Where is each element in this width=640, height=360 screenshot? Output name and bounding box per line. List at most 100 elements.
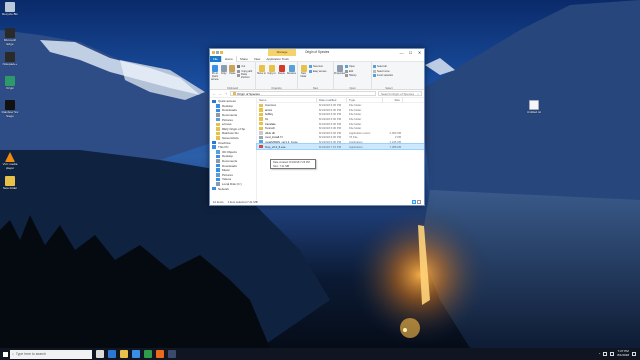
delete-button[interactable]: Delete [277,63,286,90]
exe-icon [259,140,263,144]
nav-item[interactable]: Network [210,186,256,191]
large-icons-view-button[interactable] [417,200,421,204]
new-folder-button[interactable]: New folder [299,63,308,90]
easy-access-button[interactable]: Easy access [309,69,326,74]
store-icon[interactable] [132,350,140,358]
back-button[interactable]: ← [212,91,216,96]
up-button[interactable]: ↑ [224,91,228,96]
app-icon [5,76,15,86]
folder-icon [259,112,263,117]
new-item-button[interactable]: New item [309,65,326,69]
file-size: 2,093 KB [389,130,401,135]
file-name: Tenroch [265,126,275,131]
rename-button[interactable]: Rename [287,63,296,90]
file-date: 8/1/2018 6:00 PM [319,135,342,140]
column-type[interactable]: Type [347,97,383,103]
taskbar-search[interactable]: ⌕ Type here to search [10,349,92,359]
open-button[interactable]: Open [345,65,356,69]
videos-icon [216,177,220,182]
open-icon [345,65,348,69]
content-area: Quick access Desktop Downloads Documents Pic… [210,97,424,200]
ribbon: Pin to Quick access Copy Paste Cut Copy … [210,62,424,90]
xbox-icon[interactable] [144,350,152,358]
title-bar[interactable]: Manage Origin of Species — ☐ ✕ [210,49,424,56]
paste-icon [229,65,236,72]
new-folder-icon[interactable] [220,51,223,54]
dll-icon [259,131,263,135]
invert-selection-button[interactable]: Invert selection [373,74,393,78]
tab-file[interactable]: File [210,55,221,62]
file-type: Application exten [349,130,371,135]
steam-icon[interactable] [168,350,176,358]
copy-to-button[interactable]: Copy to [267,63,276,90]
desktop-icon-untitled[interactable]: Untitled.txt [525,100,543,115]
edit-button[interactable]: Edit [345,69,356,74]
desktop-icon-origin[interactable]: Origin [1,76,19,91]
paste-shortcut-button[interactable]: Paste shortcut [237,73,254,79]
folder-icon [216,127,220,131]
pin-quick-access-button[interactable]: Pin to Quick access [211,63,219,90]
file-explorer-icon[interactable] [120,350,128,358]
vlc-icon [5,152,15,162]
file-row[interactable]: mod_install.7z 8/1/2018 6:00 PM 7Z File 3 K… [257,135,424,140]
folder-icon [259,121,263,126]
maximize-button[interactable]: ☐ [406,49,415,56]
tab-application-tools[interactable]: Application Tools [263,56,291,62]
tab-share[interactable]: Share [237,56,251,62]
file-type: File folder [349,121,362,126]
history-button[interactable]: History [345,74,356,78]
music-icon [216,168,220,172]
folder-icon [216,136,220,140]
clock[interactable]: 7:27 PM 8/1/2018 [617,350,629,357]
move-to-button[interactable]: Move to [257,63,266,90]
close-button[interactable]: ✕ [415,49,424,56]
file-date: 8/1/2018 6:00 PM [319,130,342,135]
network-icon[interactable] [603,352,608,356]
task-view-icon[interactable] [96,350,104,358]
column-size[interactable]: Size [383,97,403,103]
window-controls: — ☐ ✕ [397,49,424,56]
tab-view[interactable]: View [251,56,263,62]
search-input[interactable]: Search Origin of Species ⌕ [378,91,422,96]
paste-button[interactable]: Paste [229,63,237,90]
file-row[interactable]: d3dx.dll 8/1/2018 6:00 PM Application exte… [257,131,424,136]
file-row[interactable]: Oop_v0.2_5.exe 8/1/2018 7:15 PM Applicatio… [256,143,424,150]
address-bar[interactable]: Origin of Species [230,91,376,96]
tab-home[interactable]: Home [220,55,237,62]
file-name: Common [265,103,277,108]
desktop-icon-vlc[interactable]: VLC media player [1,152,19,170]
desktop-icon-edge[interactable]: Microsoft Edge [1,28,19,46]
details-view-button[interactable] [412,200,416,204]
column-date-modified[interactable]: Date modified [317,97,347,103]
notifications-icon[interactable] [632,352,636,356]
start-button[interactable] [0,348,10,360]
drive-icon [216,182,220,186]
edge-icon[interactable] [108,350,116,358]
system-tray: ^ 7:27 PM 8/1/2018 [599,348,636,360]
column-name[interactable]: Name [257,97,317,103]
minimize-button[interactable]: — [397,49,406,56]
firefox-icon[interactable] [156,350,164,358]
file-list[interactable]: Name Date modified Type Size Common 8/1/2… [256,97,424,200]
ribbon-group-clipboard: Pin to Quick access Copy Paste Cut Copy … [210,62,256,90]
cut-button[interactable]: Cut [237,65,254,69]
copy-button[interactable]: Copy [220,63,228,90]
select-all-button[interactable]: Select all [373,65,393,69]
app-icon [5,52,15,62]
file-row[interactable]: moarMAWS_ver1.2_0.exe 8/1/2018 6:00 PM App… [257,140,424,145]
contextual-tab-manage[interactable]: Manage [268,49,296,56]
navigation-pane[interactable]: Quick access Desktop Downloads Documents Pic… [210,98,257,200]
chevron-up-icon[interactable]: ^ [599,352,600,356]
desktop-icon-recycle-bin[interactable]: Recycle Bin [1,2,19,17]
file-date: 8/1/2018 6:00 PM [319,121,342,126]
desktop-icon-notepad[interactable]: Notepad++ [1,52,19,67]
desktop-icon-new-folder[interactable]: New folder [1,176,19,191]
properties-button[interactable]: Properties [334,63,345,90]
file-size: 3 KB [394,135,401,140]
forward-button[interactable]: → [218,91,222,96]
desktop-icon-rainbow-six[interactable]: Rainbow Six Siege [1,100,19,118]
volume-icon[interactable] [610,352,615,356]
select-none-button[interactable]: Select none [373,69,393,74]
move-icon [258,65,265,72]
properties-icon[interactable] [216,51,219,54]
